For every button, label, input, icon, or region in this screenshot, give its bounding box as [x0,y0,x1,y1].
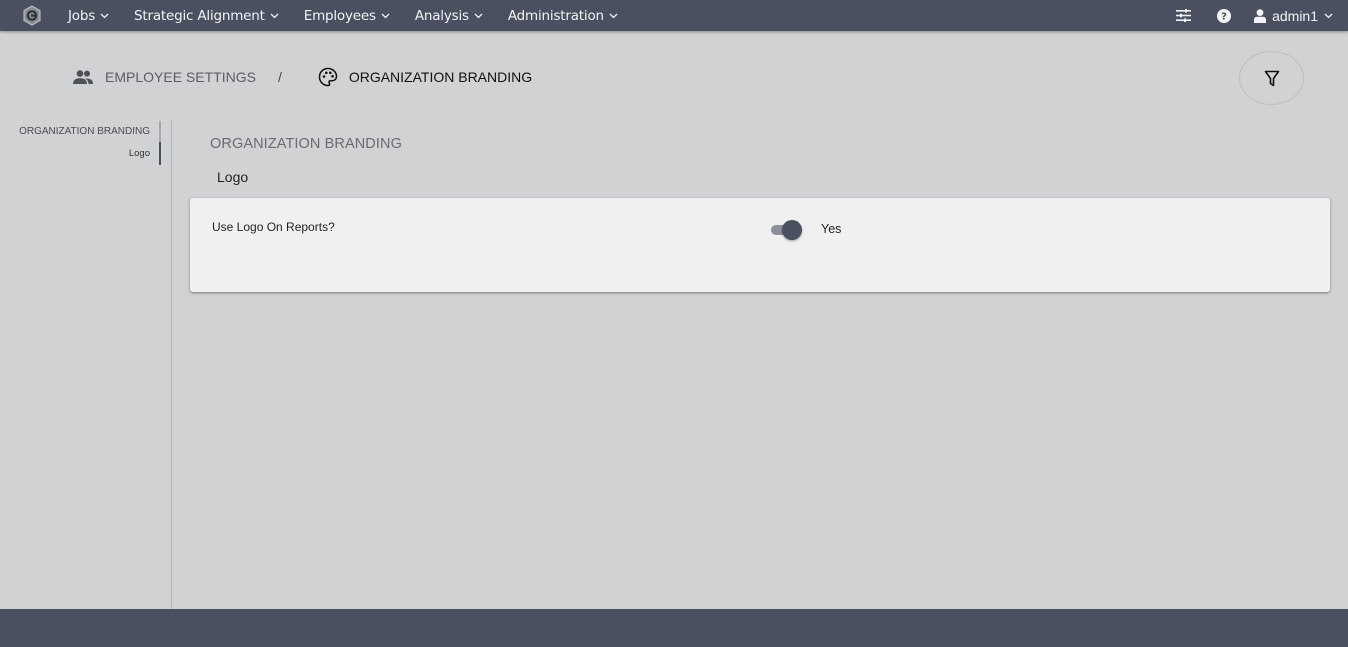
nav-analysis-label: Analysis [414,7,469,24]
filter-icon [1264,70,1279,86]
sidenav-item-logo[interactable]: Logo [11,142,161,165]
subsection-title: Logo [217,169,249,185]
breadcrumb-organization-branding-label: ORGANIZATION BRANDING [348,69,533,85]
section-title: ORGANIZATION BRANDING [210,136,402,152]
nav-jobs-label: Jobs [68,7,96,24]
nav-strategic-alignment[interactable]: Strategic Alignment [134,8,280,24]
toggle-thumb [782,220,802,240]
chevron-down-icon [474,13,483,18]
footer-bar [0,609,1348,647]
sidenav-group-organization-branding[interactable]: ORGANIZATION BRANDING [11,121,161,142]
chevron-down-icon [1324,13,1333,18]
nav-employees[interactable]: Employees [304,8,391,24]
chevron-down-icon [381,13,390,18]
logo-settings-card: Use Logo On Reports? Yes [190,198,1330,292]
user-menu[interactable]: admin1 [1254,8,1334,24]
breadcrumb-organization-branding: ORGANIZATION BRANDING [318,67,532,87]
chevron-down-icon [100,13,109,18]
nav-jobs[interactable]: Jobs [68,8,110,24]
help-circle-icon[interactable]: ? [1216,8,1232,24]
breadcrumb-employee-settings[interactable]: EMPLOYEE SETTINGS [73,69,256,85]
main-nav: Jobs Strategic Alignment Employees Analy… [68,0,643,31]
nav-administration-label: Administration [507,7,604,24]
chevron-down-icon [609,13,618,18]
toggle-value-label: Yes [821,222,842,236]
nav-strategic-alignment-label: Strategic Alignment [134,7,265,24]
user-name: admin1 [1272,7,1318,24]
breadcrumb-separator: / [277,69,282,85]
breadcrumb: EMPLOYEE SETTINGS / ORGANIZATION BRANDIN… [73,66,532,88]
hexagon-logo-icon[interactable] [22,5,42,26]
chevron-down-icon [270,13,279,18]
svg-text:?: ? [1221,11,1227,22]
sliders-icon[interactable] [1175,8,1191,24]
side-navigation: ORGANIZATION BRANDING Logo [11,121,161,165]
top-navigation-bar: Jobs Strategic Alignment Employees Analy… [0,0,1348,31]
nav-employees-label: Employees [303,7,376,24]
filter-button[interactable] [1239,51,1304,105]
nav-analysis[interactable]: Analysis [415,8,484,24]
vertical-divider [171,120,172,609]
nav-administration[interactable]: Administration [508,8,619,24]
breadcrumb-employee-settings-label: EMPLOYEE SETTINGS [105,69,256,85]
use-logo-on-reports-toggle[interactable] [770,220,804,240]
palette-icon [318,67,338,87]
use-logo-on-reports-label: Use Logo On Reports? [212,220,335,234]
user-icon [1254,8,1267,23]
topbar-tools: ? admin1 [1175,0,1348,31]
people-icon [73,70,93,84]
